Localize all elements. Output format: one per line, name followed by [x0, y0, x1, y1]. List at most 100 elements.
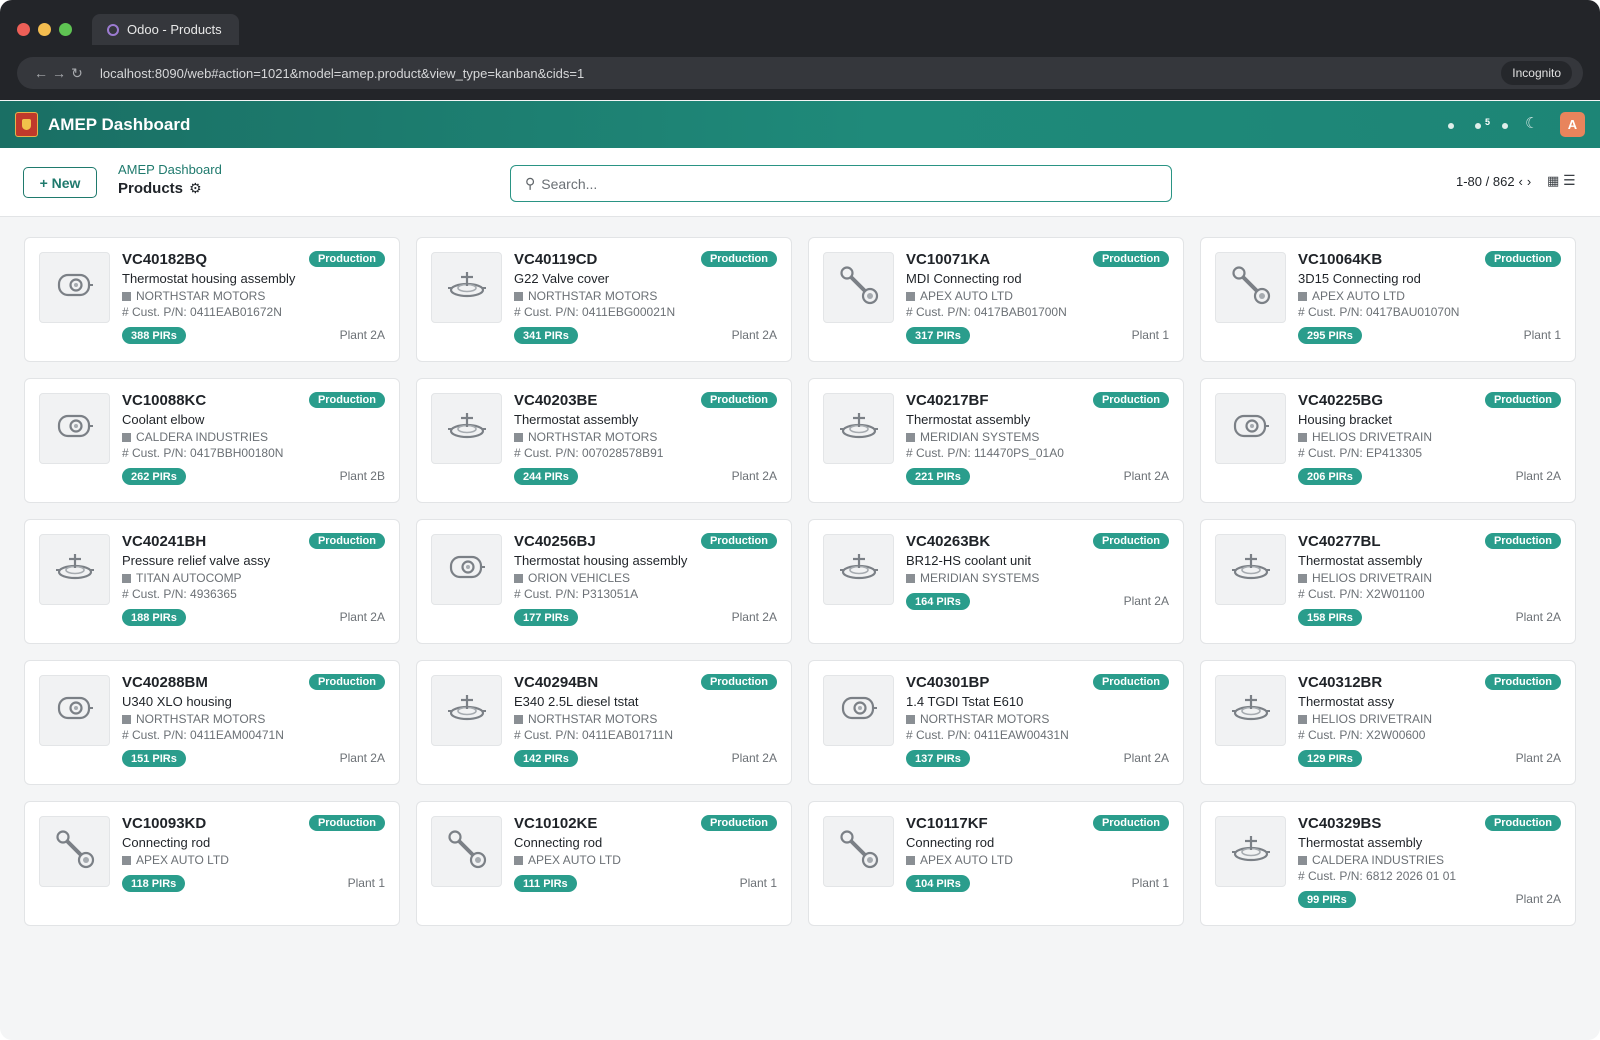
systray-dot-icon[interactable]: [1448, 123, 1454, 129]
product-image: [823, 393, 894, 464]
back-arrow-icon[interactable]: ←: [33, 65, 49, 81]
pir-count-badge: 244 PIRs: [514, 468, 578, 485]
product-card[interactable]: VC40217BF Production Thermostat assembly ME…: [808, 378, 1184, 503]
product-card[interactable]: VC40182BQ Production Thermostat housing as…: [24, 237, 400, 362]
minimize-window-button[interactable]: [38, 23, 51, 36]
customer-part-number: # Cust. P/N: EP413305: [1298, 446, 1423, 460]
list-view-icon[interactable]: ☰: [1563, 172, 1576, 189]
product-card[interactable]: VC40263BK Production BR12-HS coolant unit M…: [808, 519, 1184, 644]
product-reference: VC40217BF: [906, 392, 989, 409]
customer-line: NORTHSTAR MOTORS: [122, 289, 265, 303]
product-card[interactable]: VC40301BP Production 1.4 TGDI Tstat E610 NO…: [808, 660, 1184, 785]
page-title-wrapper: Products ⚙: [118, 180, 202, 197]
product-card[interactable]: VC40256BJ Production Thermostat housing as…: [416, 519, 792, 644]
product-reference: VC10117KF: [906, 815, 988, 832]
product-card[interactable]: VC10117KF Production Connecting rod APEX AU…: [808, 801, 1184, 926]
customer-name: HELIOS DRIVETRAIN: [1312, 571, 1433, 585]
customer-name: APEX AUTO LTD: [528, 853, 621, 867]
product-card[interactable]: VC40241BH Production Pressure relief valve…: [24, 519, 400, 644]
customer-name: HELIOS DRIVETRAIN: [1312, 712, 1433, 726]
status-badge: Production: [1484, 815, 1561, 831]
customer-name: APEX AUTO LTD: [1312, 289, 1405, 303]
product-card[interactable]: VC10071KA Production MDI Connecting rod APE…: [808, 237, 1184, 362]
thermostat-icon: [444, 685, 490, 736]
search-input[interactable]: ⚲ Search...: [510, 165, 1172, 202]
plant-label: Plant 1: [1131, 876, 1169, 890]
forward-arrow-icon[interactable]: →: [51, 65, 67, 81]
status-badge: Production: [1092, 815, 1169, 831]
product-card[interactable]: VC40288BM Production U340 XLO housing NORTH…: [24, 660, 400, 785]
product-reference: VC10071KA: [906, 251, 991, 268]
product-card[interactable]: VC40119CD Production G22 Valve cover NORTHS…: [416, 237, 792, 362]
product-image: [431, 675, 502, 746]
product-reference: VC40294BN: [514, 674, 599, 691]
product-card[interactable]: VC10088KC Production Coolant elbow CALDERA …: [24, 378, 400, 503]
customer-name: APEX AUTO LTD: [920, 853, 1013, 867]
app-title[interactable]: AMEP Dashboard: [48, 115, 190, 135]
product-image: [431, 393, 502, 464]
product-reference: VC10064KB: [1298, 251, 1383, 268]
app-logo-icon[interactable]: [15, 112, 38, 137]
new-button[interactable]: + New: [23, 167, 97, 198]
product-name: Thermostat assembly: [1298, 835, 1423, 850]
product-card[interactable]: VC10102KE Production Connecting rod APEX AU…: [416, 801, 792, 926]
product-card[interactable]: VC10064KB Production 3D15 Connecting rod AP…: [1200, 237, 1576, 362]
user-avatar[interactable]: A: [1560, 112, 1585, 137]
product-card[interactable]: VC40225BG Production Housing bracket HELIOS…: [1200, 378, 1576, 503]
product-image: [823, 675, 894, 746]
status-badge: Production: [700, 251, 777, 267]
odoo-favicon-icon: [107, 23, 119, 36]
incognito-badge: Incognito: [1501, 61, 1572, 85]
product-name: Housing bracket: [1298, 412, 1392, 427]
app-header: AMEP Dashboard 5 ☾ A: [0, 101, 1600, 148]
product-name: 3D15 Connecting rod: [1298, 271, 1421, 286]
customer-part-number: # Cust. P/N: X2W01100: [1298, 587, 1425, 601]
customer-name: NORTHSTAR MOTORS: [528, 289, 658, 303]
customer-part-number: # Cust. P/N: 6812 2026 01 01: [1298, 869, 1457, 883]
url-text[interactable]: localhost:8090/web#action=1021&model=ame…: [100, 66, 584, 81]
thermostat-icon: [444, 262, 490, 313]
product-card[interactable]: VC40277BL Production Thermostat assembly HE…: [1200, 519, 1576, 644]
pager-value[interactable]: 1-80 / 862: [1456, 174, 1515, 189]
product-card[interactable]: VC40294BN Production E340 2.5L diesel tsta…: [416, 660, 792, 785]
pager-next-icon[interactable]: ›: [1527, 174, 1531, 189]
customer-name: NORTHSTAR MOTORS: [920, 712, 1050, 726]
kanban-view-icon[interactable]: ▦: [1547, 173, 1559, 189]
plant-label: Plant 2A: [1123, 594, 1169, 608]
customer-line: APEX AUTO LTD: [122, 853, 229, 867]
building-icon: [122, 291, 131, 301]
building-icon: [514, 573, 523, 583]
thermostat-icon: [444, 403, 490, 454]
breadcrumb[interactable]: AMEP Dashboard: [118, 162, 222, 177]
product-name: Coolant elbow: [122, 412, 205, 427]
maximize-window-button[interactable]: [59, 23, 72, 36]
browser-tab[interactable]: Odoo - Products: [92, 14, 239, 45]
pager-previous-icon[interactable]: ‹: [1519, 174, 1523, 189]
kanban-grid: VC40182BQ Production Thermostat housing as…: [24, 237, 1576, 926]
notification-count: 5: [1485, 117, 1491, 127]
plant-label: Plant 2B: [339, 469, 385, 483]
activity-dot-icon[interactable]: 5: [1475, 117, 1490, 129]
product-card[interactable]: VC40312BR Production Thermostat assy HELIOS…: [1200, 660, 1576, 785]
pir-count-badge: 221 PIRs: [906, 468, 970, 485]
moon-icon[interactable]: ☾: [1525, 114, 1538, 132]
product-card[interactable]: VC40203BE Production Thermostat assembly NO…: [416, 378, 792, 503]
product-card[interactable]: VC40329BS Production Thermostat assembly CA…: [1200, 801, 1576, 926]
status-badge: Production: [700, 392, 777, 408]
address-bar[interactable]: ← → ↻ localhost:8090/web#action=1021&mod…: [17, 57, 1583, 89]
customer-name: ORION VEHICLES: [528, 571, 631, 585]
building-icon: [1298, 855, 1307, 865]
reload-icon[interactable]: ↻: [69, 65, 85, 82]
close-window-button[interactable]: [17, 23, 30, 36]
product-card[interactable]: VC10093KD Production Connecting rod APEX AU…: [24, 801, 400, 926]
customer-name: MERIDIAN SYSTEMS: [920, 571, 1040, 585]
thermostat-icon: [836, 403, 882, 454]
thermostat-icon: [836, 544, 882, 595]
pir-count-badge: 317 PIRs: [906, 327, 970, 344]
messages-dot-icon[interactable]: [1502, 123, 1508, 129]
plant-label: Plant 2A: [339, 328, 385, 342]
product-name: Thermostat housing assembly: [122, 271, 296, 286]
product-reference: VC40225BG: [1298, 392, 1384, 409]
browser-window: Odoo - Products ← → ↻ localhost:8090/web…: [0, 0, 1600, 1040]
gear-icon[interactable]: ⚙: [189, 180, 202, 197]
